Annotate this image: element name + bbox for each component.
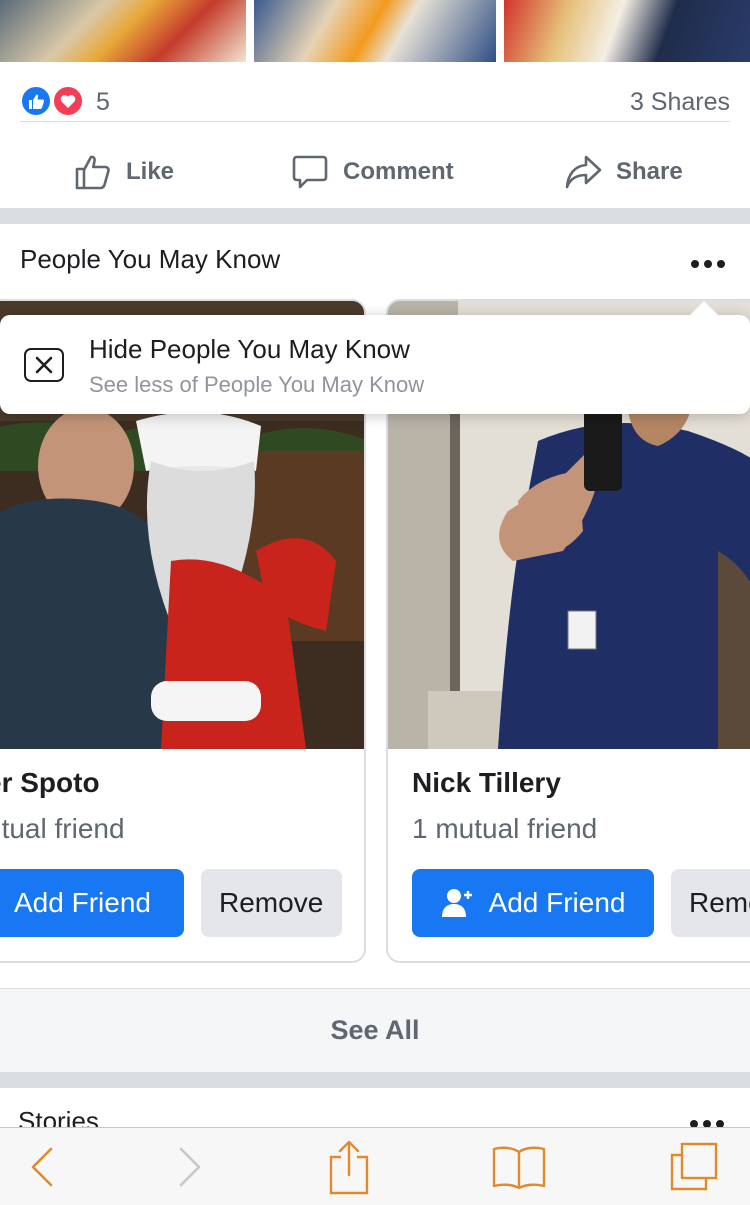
- add-friend-label: Add Friend: [14, 887, 151, 918]
- more-dot-icon: [717, 260, 725, 268]
- add-friend-button[interactable]: Add Friend: [0, 869, 184, 937]
- browser-toolbar: [0, 1127, 750, 1205]
- bookmarks-icon: [492, 1146, 546, 1190]
- mutual-friends[interactable]: utual friend: [0, 813, 125, 845]
- remove-button[interactable]: Remove: [201, 869, 342, 937]
- person-name[interactable]: er Spoto: [0, 767, 100, 799]
- menu-caret: [688, 301, 720, 317]
- more-dot-icon: [704, 260, 712, 268]
- more-options-button[interactable]: [688, 254, 728, 274]
- back-button[interactable]: [2, 1128, 82, 1205]
- remove-label: Remove: [689, 887, 750, 918]
- remove-button[interactable]: Remove: [671, 869, 750, 937]
- see-all-button[interactable]: See All: [0, 988, 750, 1072]
- like-label: Like: [126, 158, 175, 185]
- tabs-icon: [670, 1142, 718, 1191]
- section-title: People You May Know: [20, 244, 281, 274]
- share-icon: [329, 1140, 369, 1195]
- thumbs-up-icon: [75, 155, 110, 190]
- post-photo-strip: [0, 0, 750, 62]
- reaction-count[interactable]: 5: [96, 88, 110, 117]
- tabs-button[interactable]: [654, 1128, 734, 1205]
- bookmarks-button[interactable]: [479, 1128, 559, 1205]
- post-photo-2[interactable]: [254, 0, 496, 62]
- post-photo-1[interactable]: [0, 0, 246, 62]
- love-reaction-icon: [52, 85, 84, 117]
- shares-count[interactable]: 3 Shares: [630, 88, 730, 117]
- add-person-icon: [441, 889, 472, 917]
- hide-pymk-subtitle: See less of People You May Know: [89, 372, 425, 397]
- comment-label: Comment: [343, 158, 454, 185]
- add-friend-label: Add Friend: [488, 887, 626, 918]
- mutual-friends[interactable]: 1 mutual friend: [412, 813, 597, 845]
- add-friend-button[interactable]: Add Friend: [412, 869, 654, 937]
- comment-icon: [292, 155, 328, 189]
- reaction-icons[interactable]: [20, 82, 90, 118]
- like-button[interactable]: Like: [74, 140, 174, 204]
- share-sheet-button[interactable]: [309, 1128, 389, 1205]
- post-actions: Like Comment Share: [0, 140, 750, 204]
- share-arrow-icon: [565, 155, 602, 189]
- post-footer: 5 3 Shares Like Comment Share: [0, 62, 750, 208]
- post-photo-3[interactable]: [504, 0, 750, 62]
- back-icon: [31, 1147, 53, 1187]
- forward-icon: [179, 1147, 201, 1187]
- close-box-icon: [24, 348, 64, 382]
- hide-pymk-title: Hide People You May Know: [89, 334, 410, 364]
- comment-button[interactable]: Comment: [291, 140, 454, 204]
- more-dot-icon: [691, 260, 699, 268]
- remove-label: Remove: [219, 887, 324, 918]
- like-reaction-icon: [20, 85, 52, 117]
- share-button[interactable]: Share: [564, 140, 683, 204]
- pymk-options-menu[interactable]: Hide People You May Know See less of Peo…: [0, 301, 750, 414]
- person-name[interactable]: Nick Tillery: [412, 767, 561, 799]
- reactions-summary: 5 3 Shares: [20, 82, 730, 122]
- share-label: Share: [616, 158, 683, 185]
- forward-button[interactable]: [150, 1128, 230, 1205]
